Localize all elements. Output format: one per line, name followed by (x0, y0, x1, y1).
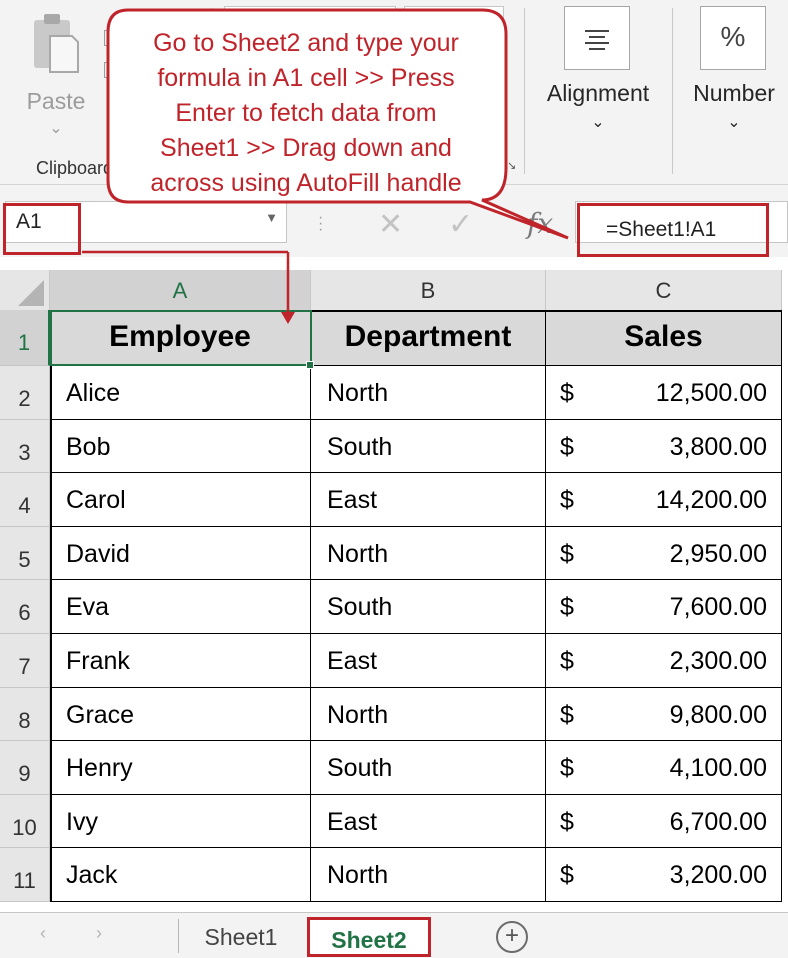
currency-symbol: $ (560, 700, 574, 729)
sales-cell[interactable]: $4,100.00 (546, 741, 782, 795)
row-header[interactable]: 8 (0, 687, 50, 742)
sales-cell[interactable]: $6,700.00 (546, 794, 782, 849)
department-cell[interactable]: East (311, 473, 546, 527)
sales-cell[interactable]: $3,800.00 (546, 419, 782, 474)
scroll-tabs-right-icon[interactable]: › (96, 923, 102, 944)
sheet-tab-sheet2[interactable]: Sheet2 (307, 917, 431, 957)
employee-cell[interactable]: Carol (50, 473, 311, 527)
department-cell[interactable]: East (311, 794, 546, 849)
employee-cell[interactable]: Ivy (50, 794, 311, 849)
sales-amount: 6,700.00 (669, 807, 767, 836)
row-header[interactable]: 7 (0, 634, 50, 688)
sales-amount: 12,500.00 (655, 379, 767, 407)
sales-amount: 3,200.00 (669, 861, 767, 890)
row-header[interactable]: 5 (0, 526, 50, 581)
callout-text: Go to Sheet2 and type your formula in A1… (115, 26, 497, 201)
sales-amount: 14,200.00 (655, 486, 767, 515)
employee-cell[interactable]: Alice (50, 366, 311, 420)
row-header[interactable]: 11 (0, 848, 50, 902)
currency-symbol: $ (560, 754, 574, 783)
callout-line: Go to Sheet2 and type your (153, 29, 459, 57)
sales-amount: 2,300.00 (669, 647, 767, 675)
department-cell[interactable]: East (311, 634, 546, 688)
callout-line: across using AutoFill handle (150, 169, 462, 197)
table-border (50, 310, 52, 902)
sales-cell[interactable]: $7,600.00 (546, 580, 782, 634)
employee-cell[interactable]: Henry (50, 741, 311, 795)
department-cell[interactable]: North (311, 526, 546, 581)
sales-cell[interactable]: $2,300.00 (546, 634, 782, 688)
currency-symbol: $ (560, 379, 574, 407)
currency-symbol: $ (560, 861, 574, 890)
sheet-tab-sheet1[interactable]: Sheet1 (186, 917, 296, 957)
department-cell[interactable]: North (311, 848, 546, 902)
currency-symbol: $ (560, 647, 574, 675)
currency-symbol: $ (560, 593, 574, 622)
row-header[interactable]: 6 (0, 580, 50, 634)
department-cell[interactable]: North (311, 366, 546, 420)
row-header[interactable]: 3 (0, 419, 50, 474)
row-header[interactable]: 10 (0, 794, 50, 849)
callout-line: Sheet1 >> Drag down and (160, 134, 452, 162)
employee-cell[interactable]: Eva (50, 580, 311, 634)
sales-cell[interactable]: $12,500.00 (546, 366, 782, 420)
autofill-handle[interactable] (306, 361, 314, 369)
sales-amount: 9,800.00 (669, 700, 767, 729)
employee-cell[interactable]: Frank (50, 634, 311, 688)
sales-cell[interactable]: $14,200.00 (546, 473, 782, 527)
employee-cell[interactable]: Bob (50, 419, 311, 474)
sales-amount: 3,800.00 (669, 432, 767, 461)
currency-symbol: $ (560, 432, 574, 461)
add-sheet-icon[interactable]: + (496, 921, 528, 953)
tab-divider (178, 919, 179, 953)
employee-cell[interactable]: Jack (50, 848, 311, 902)
department-cell[interactable]: South (311, 580, 546, 634)
callout-line: Enter to fetch data from (175, 99, 437, 127)
currency-symbol: $ (560, 486, 574, 515)
scroll-tabs-left-icon[interactable]: ‹ (40, 923, 46, 944)
currency-symbol: $ (560, 539, 574, 568)
employee-cell[interactable]: David (50, 526, 311, 581)
callout-line: formula in A1 cell >> Press (157, 64, 455, 92)
department-cell[interactable]: North (311, 687, 546, 742)
employee-cell[interactable]: Grace (50, 687, 311, 742)
row-header[interactable]: 9 (0, 741, 50, 795)
department-cell[interactable]: South (311, 741, 546, 795)
sales-amount: 4,100.00 (669, 754, 767, 783)
row-header[interactable]: 4 (0, 473, 50, 527)
sales-amount: 2,950.00 (669, 539, 767, 568)
sales-cell[interactable]: $3,200.00 (546, 848, 782, 902)
sales-amount: 7,600.00 (669, 593, 767, 622)
department-cell[interactable]: South (311, 419, 546, 474)
row-header[interactable]: 2 (0, 366, 50, 420)
sales-cell[interactable]: $2,950.00 (546, 526, 782, 581)
currency-symbol: $ (560, 807, 574, 836)
sheet-tab-bar: ‹ › Sheet1 Sheet2 + (0, 912, 788, 958)
sales-cell[interactable]: $9,800.00 (546, 687, 782, 742)
